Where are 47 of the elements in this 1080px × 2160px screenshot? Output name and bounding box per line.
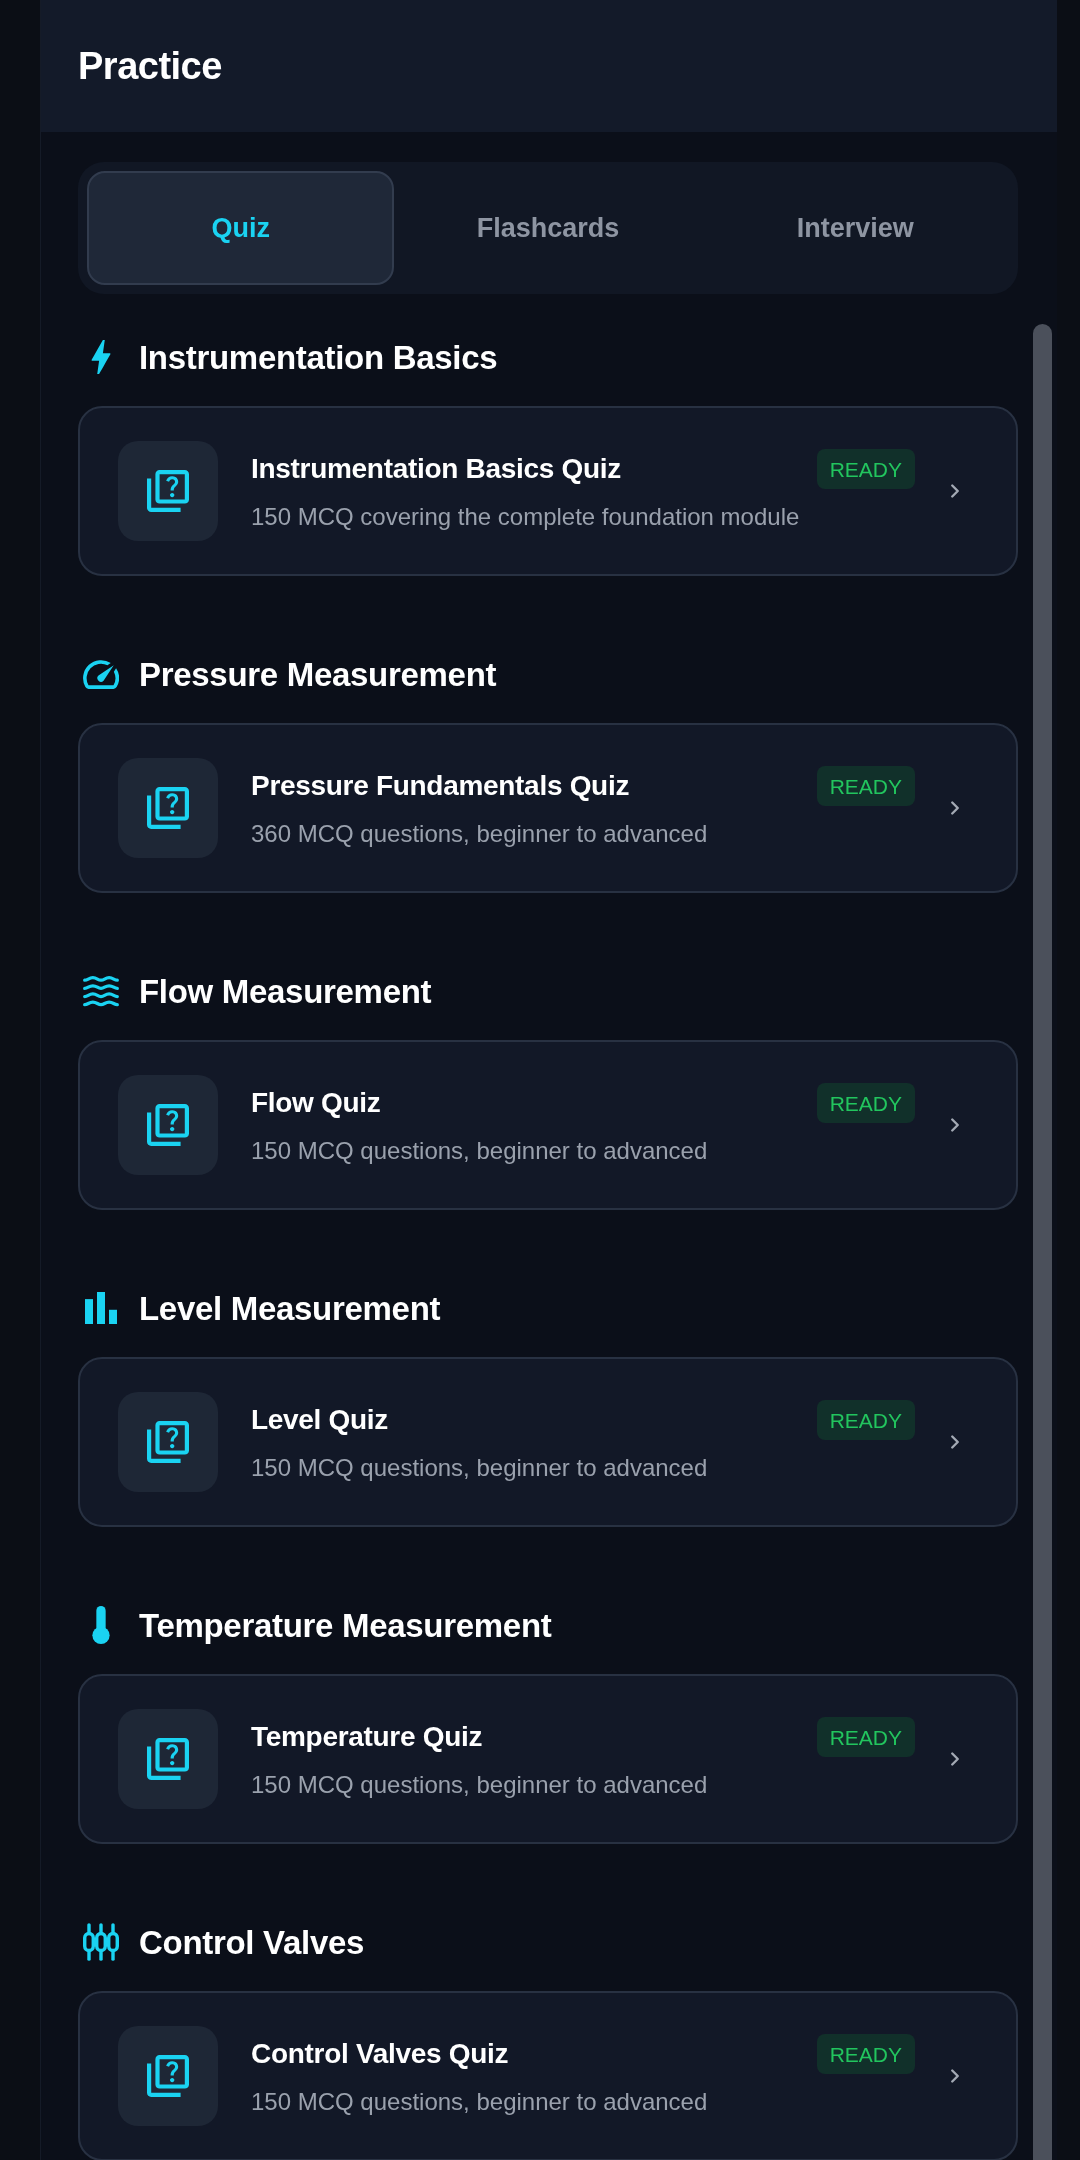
gauge-icon xyxy=(83,659,119,689)
quiz-title: Pressure Fundamentals Quiz xyxy=(251,772,630,800)
quiz-description: 150 MCQ questions, beginner to advanced xyxy=(251,1453,709,1483)
quiz-title: Level Quiz xyxy=(251,1406,389,1434)
waves-icon xyxy=(83,975,119,1007)
quiz-description: 150 MCQ covering the complete foundation module xyxy=(251,502,801,532)
section-heading: Level Measurement xyxy=(139,1291,441,1325)
section-heading: Instrumentation Basics xyxy=(139,340,498,374)
quiz-card[interactable]: Pressure Fundamentals Quiz READY 360 MCQ questions, beginner to advanced xyxy=(78,723,1018,893)
quiz-title: Temperature Quiz xyxy=(251,1723,483,1751)
quiz-icon xyxy=(147,2055,189,2097)
vertical-sliders-icon xyxy=(83,1923,119,1961)
tab[interactable]: Interview xyxy=(701,171,1009,285)
status-badge: READY xyxy=(816,1717,915,1757)
quiz-description: 150 MCQ questions, beginner to advanced xyxy=(251,1136,709,1166)
tab[interactable]: Quiz xyxy=(87,171,395,285)
status-badge: READY xyxy=(816,2034,915,2074)
quiz-icon xyxy=(147,787,189,829)
quiz-description: 360 MCQ questions, beginner to advanced xyxy=(251,819,709,849)
quiz-card[interactable]: Control Valves Quiz READY 150 MCQ questions, beginner to advanced xyxy=(78,1991,1018,2160)
tab[interactable]: Flashcards xyxy=(394,171,702,285)
section-heading: Control Valves xyxy=(139,1925,365,1959)
quiz-icon xyxy=(147,1738,189,1780)
bar-chart-icon xyxy=(85,1292,117,1324)
page-title: Practice xyxy=(78,47,222,85)
quiz-card[interactable]: Temperature Quiz READY 150 MCQ questions, beginner to advanced xyxy=(78,1674,1018,1844)
quiz-title: Control Valves Quiz xyxy=(251,2040,509,2068)
scrollbar-thumb[interactable] xyxy=(1033,324,1052,2160)
thermometer-icon xyxy=(92,1606,110,1644)
quiz-description: 150 MCQ questions, beginner to advanced xyxy=(251,1770,709,1800)
quiz-title: Flow Quiz xyxy=(251,1089,381,1117)
quiz-icon xyxy=(147,1104,189,1146)
status-badge: READY xyxy=(816,1083,915,1123)
quiz-card[interactable]: Instrumentation Basics Quiz READY 150 MCQ covering the complete foundation module xyxy=(78,406,1018,576)
quiz-card[interactable]: Flow Quiz READY 150 MCQ questions, beginner to advanced xyxy=(78,1040,1018,1210)
quiz-icon xyxy=(147,1421,189,1463)
status-badge: READY xyxy=(816,1400,915,1440)
status-badge: READY xyxy=(816,449,915,489)
quiz-title: Instrumentation Basics Quiz xyxy=(251,455,621,483)
section-heading: Flow Measurement xyxy=(139,974,432,1008)
quiz-icon xyxy=(147,470,189,512)
section-heading: Pressure Measurement xyxy=(139,657,497,691)
lightning-bolt-icon xyxy=(91,340,111,374)
section-heading: Temperature Measurement xyxy=(139,1608,552,1642)
quiz-description: 150 MCQ questions, beginner to advanced xyxy=(251,2087,709,2117)
status-badge: READY xyxy=(816,766,915,806)
quiz-card[interactable]: Level Quiz READY 150 MCQ questions, beginner to advanced xyxy=(78,1357,1018,1527)
